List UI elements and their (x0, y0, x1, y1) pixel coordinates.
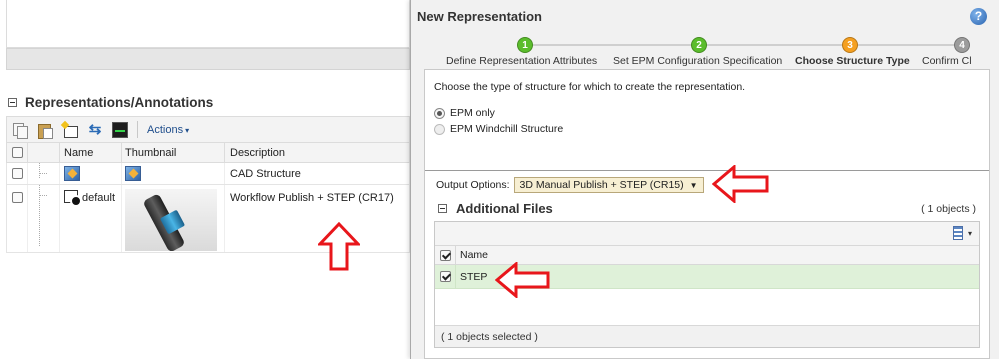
radio-button[interactable] (434, 123, 445, 135)
row-name[interactable]: default (82, 192, 115, 204)
selection-status: ( 1 objects selected ) (435, 325, 979, 347)
step-connector (700, 44, 850, 46)
column-header-description[interactable]: Description (225, 143, 409, 162)
section-title: Representations/Annotations (25, 95, 214, 110)
step-3-indicator: 3 (842, 37, 858, 53)
dialog-title-bar[interactable]: New Representation (411, 0, 999, 33)
dropdown-arrow-icon: ▼ (689, 180, 698, 190)
row-checkbox[interactable] (439, 271, 451, 282)
annotation-arrow-left (712, 165, 769, 203)
radio-epm-only[interactable]: EPM only (434, 107, 495, 119)
step-2-label[interactable]: Set EPM Configuration Specification (613, 55, 782, 67)
step-4-label[interactable]: Confirm Cl (922, 55, 972, 67)
new-representation-dialog: New Representation ? 1 Define Representa… (410, 0, 999, 359)
actions-menu[interactable]: Actions ▾ (147, 124, 189, 136)
top-panel (6, 0, 410, 48)
collapse-icon[interactable] (8, 98, 17, 107)
radio-label[interactable]: EPM only (450, 107, 495, 119)
dialog-title: New Representation (417, 9, 542, 24)
row-checkbox[interactable] (11, 168, 23, 179)
row-description: CAD Structure (230, 167, 301, 180)
section-divider (425, 170, 989, 171)
new-representation-icon[interactable] (62, 122, 78, 138)
thumbnail-image[interactable] (125, 189, 217, 251)
representations-toolbar: ⇆ Actions ▾ (6, 116, 410, 143)
table-header: Name Thumbnail Description (6, 143, 410, 163)
thumbnail-icon[interactable] (125, 166, 141, 181)
output-options-value: 3D Manual Publish + STEP (CR15) (519, 179, 684, 191)
column-header-thumbnail[interactable]: Thumbnail (122, 143, 225, 162)
toolbar-separator (137, 121, 138, 138)
radio-label[interactable]: EPM Windchill Structure (450, 123, 563, 135)
radio-epm-windchill-structure[interactable]: EPM Windchill Structure (434, 123, 563, 135)
panel-footer-strip (6, 48, 410, 70)
default-representation-icon (64, 190, 82, 207)
row-description: Workflow Publish + STEP (CR17) (230, 192, 394, 204)
scrollbar[interactable] (990, 69, 999, 359)
column-chooser-button[interactable]: ▾ (952, 226, 972, 240)
select-all-checkbox[interactable] (11, 147, 23, 158)
additional-files-header: Additional Files (438, 201, 553, 216)
monitor-icon[interactable] (112, 121, 128, 138)
structure-type-panel: Choose the type of structure for which t… (424, 69, 990, 359)
cad-structure-icon (64, 166, 80, 181)
column-header-name[interactable]: Name (456, 249, 488, 261)
table-row[interactable]: CAD Structure (6, 163, 410, 185)
columns-icon (952, 226, 963, 240)
annotation-arrow-up (318, 222, 360, 271)
step-connector (850, 44, 962, 46)
chevron-down-icon: ▾ (185, 125, 190, 135)
tree-connector (28, 163, 60, 184)
column-header-name[interactable]: Name (60, 143, 122, 162)
files-table-toolbar: ▾ (435, 222, 979, 246)
additional-files-title: Additional Files (456, 201, 553, 216)
refresh-icon[interactable]: ⇆ (87, 121, 103, 138)
annotation-arrow-left (495, 262, 550, 298)
chevron-down-icon: ▾ (967, 228, 972, 238)
output-options-label: Output Options: (436, 179, 510, 191)
collapse-icon[interactable] (438, 204, 447, 213)
row-checkbox[interactable] (11, 192, 23, 203)
instruction-text: Choose the type of structure for which t… (434, 81, 746, 93)
representations-header: Representations/Annotations (8, 95, 213, 110)
step-1-indicator[interactable]: 1 (517, 37, 533, 53)
paste-icon[interactable] (37, 122, 53, 139)
select-all-checkbox[interactable] (439, 249, 451, 261)
copy-icon[interactable] (12, 122, 28, 139)
output-options-row: Output Options: 3D Manual Publish + STEP… (436, 177, 704, 193)
help-icon[interactable]: ? (970, 8, 987, 25)
output-options-select[interactable]: 3D Manual Publish + STEP (CR15) ▼ (513, 177, 704, 193)
tree-connector (28, 185, 60, 252)
wizard-steps: 1 Define Representation Attributes 2 Set… (411, 33, 999, 69)
step-4-indicator[interactable]: 4 (954, 37, 970, 53)
step-1-label[interactable]: Define Representation Attributes (446, 55, 597, 67)
file-name: STEP (460, 270, 488, 283)
step-3-label: Choose Structure Type (795, 55, 910, 67)
step-connector (526, 44, 700, 46)
objects-count: ( 1 objects ) (921, 203, 976, 215)
radio-button[interactable] (434, 107, 445, 119)
step-2-indicator[interactable]: 2 (691, 37, 707, 53)
